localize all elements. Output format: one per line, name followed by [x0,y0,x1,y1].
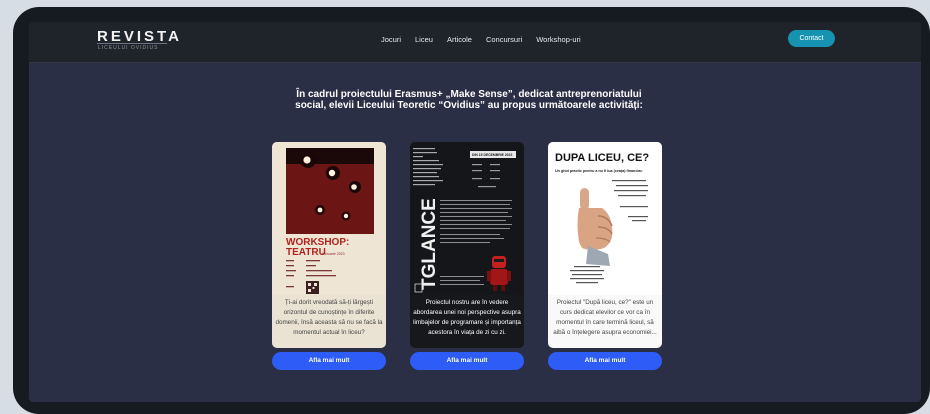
main-nav: Jocuri Liceu Articole Concursuri Worksho… [381,35,581,44]
nav-articole[interactable]: Articole [447,35,472,44]
card-excerpt: Ți-ai dorit vreodată să-ți lărgești oriz… [275,299,383,336]
poster-title: TGLANCE [419,198,440,290]
poster-title: DUPA LICEU, CE? [555,152,649,164]
contact-button[interactable]: Contact [788,30,835,47]
activity-card-dupa-liceu[interactable]: DUPA LICEU, CE? Un ghid practic pentru a… [548,142,662,348]
website-screen: REVISTA LICEULUI OVIDIUS Jocuri Liceu Ar… [29,22,921,402]
poster-date: DIN 15 DECEMBRIE 2022 [472,153,512,157]
activity-card-tglance[interactable]: DIN 15 DECEMBRIE 2022 TGLANCE Proiectul … [410,142,524,348]
qr-code-icon [306,281,319,294]
tglance-poster: DIN 15 DECEMBRIE 2022 TGLANCE [410,142,524,295]
activity-card-workshop-teatru[interactable]: WORKSHOP: TEATRU februarie 2023 Ți-ai do… [272,142,386,348]
card-excerpt: Proiectul nostru are în vedere abordarea… [413,299,521,336]
nav-jocuri[interactable]: Jocuri [381,35,401,44]
poster-subtitle: Un ghid practic pentru a nu fi lua (ceaț… [555,169,643,173]
top-navbar: REVISTA LICEULUI OVIDIUS Jocuri Liceu Ar… [29,22,921,63]
afla-mai-mult-button-1[interactable]: Afla mai mult [272,352,386,370]
nav-concursuri[interactable]: Concursuri [486,35,522,44]
dupa-liceu-poster: DUPA LICEU, CE? Un ghid practic pentru a… [548,142,662,295]
afla-mai-mult-button-3[interactable]: Afla mai mult [548,352,662,370]
card-excerpt: Proiectul "După liceu, ce?" este un curs… [553,299,657,336]
poster-subtitle: TEATRU [286,247,326,258]
nav-workshop-uri[interactable]: Workshop-uri [536,35,580,44]
intro-heading: În cadrul proiectului Erasmus+ „Make Sen… [295,89,643,111]
poster-date: februarie 2023 [322,252,345,256]
afla-mai-mult-button-2[interactable]: Afla mai mult [410,352,524,370]
nav-liceu[interactable]: Liceu [415,35,433,44]
workshop-poster: WORKSHOP: TEATRU februarie 2023 [272,142,386,295]
logo-tagline: LICEULUI OVIDIUS [98,45,159,51]
logo-divider [97,43,167,44]
